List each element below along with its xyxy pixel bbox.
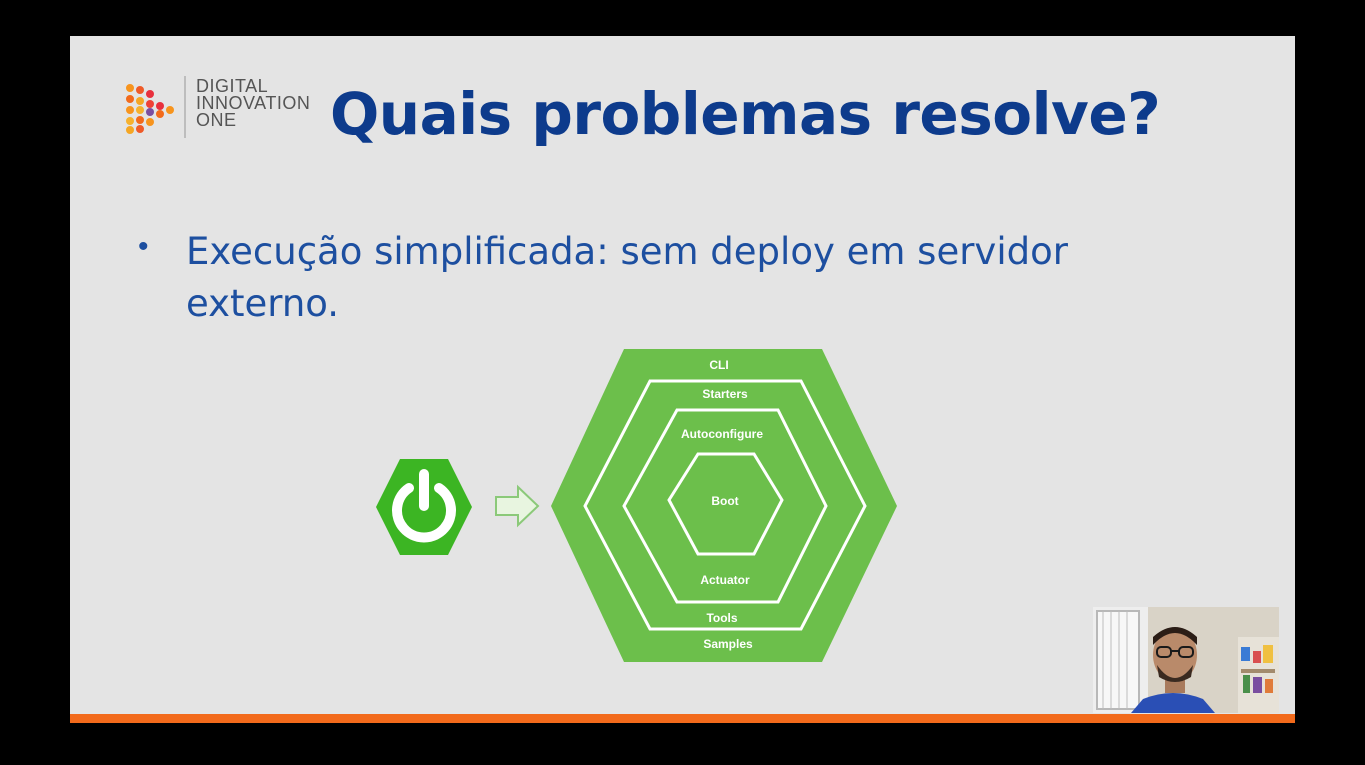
layer-label-samples: Samples [703,637,753,651]
logo-line-3: ONE [196,110,237,130]
layer-label-starters: Starters [702,387,748,401]
layer-label-cli: CLI [709,358,728,372]
spring-boot-diagram: CLI Starters Autoconfigure Boot Actuator… [376,349,897,662]
footer-accent-bar [70,714,1295,723]
digital-innovation-one-logo-icon [126,84,174,134]
layer-label-autoconfigure: Autoconfigure [681,427,763,441]
power-icon [376,459,472,555]
layer-label-actuator: Actuator [700,573,750,587]
logo-divider [184,76,186,138]
arrow-right-icon [495,484,540,528]
presenter-video-image [1093,607,1279,713]
logo-wordmark: DIGITAL INNOVATION ONE [196,77,310,130]
layer-label-tools: Tools [706,611,737,625]
slide-title: Quais problemas resolve? [330,80,1161,148]
bullet-text: Execução simplificada: sem deploy em ser… [186,230,1068,325]
presenter-webcam [1093,607,1279,713]
bullet-marker: • [138,230,149,263]
layer-label-boot: Boot [711,494,738,508]
